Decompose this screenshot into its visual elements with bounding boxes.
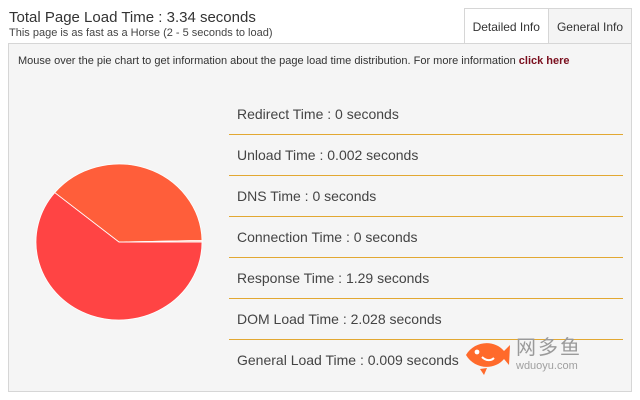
click-here-link[interactable]: click here <box>519 55 570 67</box>
load-time-pie-chart[interactable] <box>34 162 204 322</box>
tab-general-info[interactable]: General Info <box>548 8 632 44</box>
metric-redirect-time: Redirect Time : 0 seconds <box>229 94 623 135</box>
watermark-en-text: wduoyu.com <box>516 360 578 372</box>
tab-detailed-info[interactable]: Detailed Info <box>463 8 549 44</box>
tab-bar: Detailed Info General Info <box>463 8 632 44</box>
fish-logo-icon <box>466 343 510 375</box>
page-title: Total Page Load Time : 3.34 seconds <box>9 9 256 26</box>
metric-response-time: Response Time : 1.29 seconds <box>229 258 623 299</box>
watermark: 网多鱼 wduoyu.com <box>460 330 610 380</box>
header: Total Page Load Time : 3.34 seconds This… <box>0 0 640 44</box>
info-line: Mouse over the pie chart to get informat… <box>18 55 570 67</box>
page-subtitle: This page is as fast as a Horse (2 - 5 s… <box>9 27 273 39</box>
metric-dns-time: DNS Time : 0 seconds <box>229 176 623 217</box>
metric-connection-time: Connection Time : 0 seconds <box>229 217 623 258</box>
metric-unload-time: Unload Time : 0.002 seconds <box>229 135 623 176</box>
info-text: Mouse over the pie chart to get informat… <box>18 55 519 67</box>
watermark-text: 网多鱼 wduoyu.com <box>516 337 582 373</box>
watermark-cn-text: 网多鱼 <box>516 337 582 359</box>
